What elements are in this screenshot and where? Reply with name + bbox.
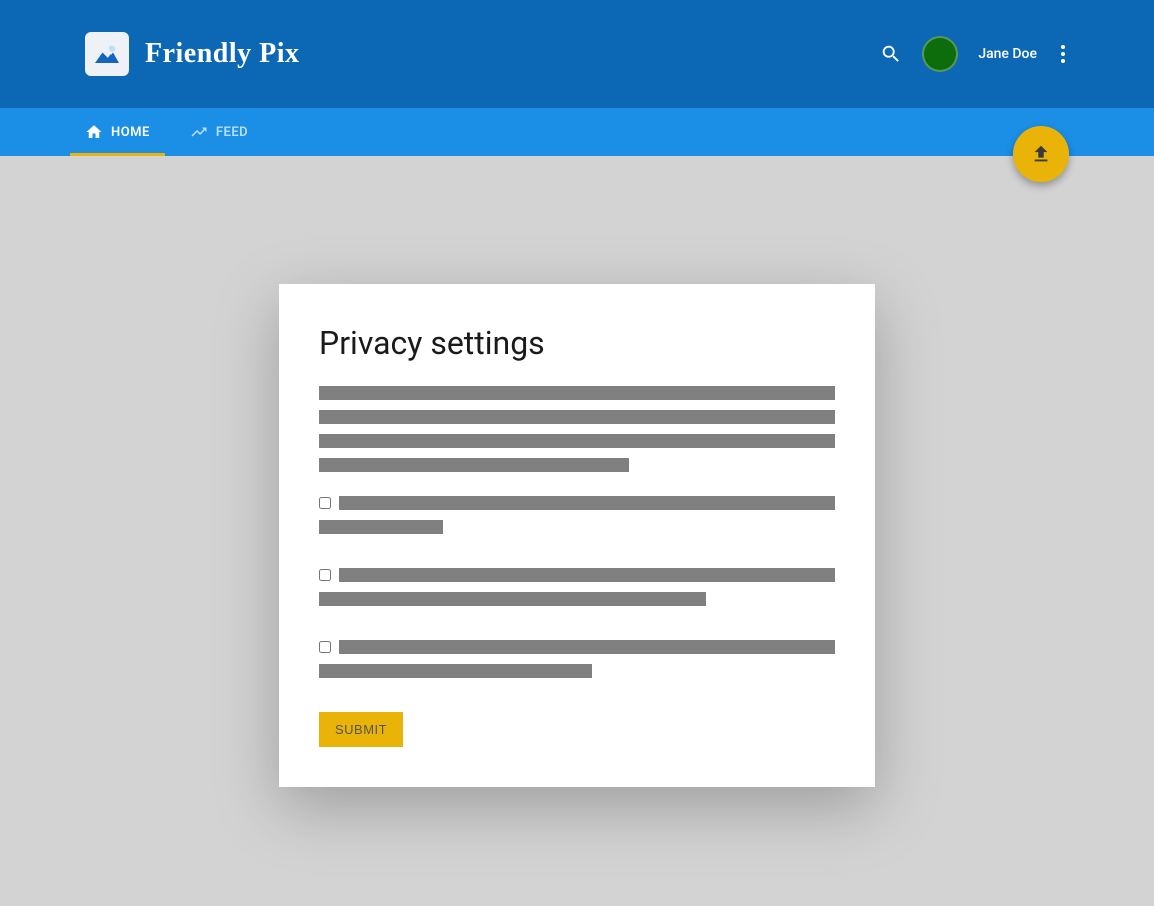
nav-tab-feed[interactable]: FEED: [190, 108, 248, 156]
upload-fab[interactable]: [1013, 126, 1069, 182]
nav-tab-label: FEED: [216, 125, 248, 140]
submit-button[interactable]: SUBMIT: [319, 712, 403, 747]
description-text: [319, 386, 835, 472]
more-menu-icon[interactable]: [1057, 41, 1069, 67]
logo-section: Friendly Pix: [85, 32, 300, 76]
privacy-checkbox-3[interactable]: [319, 641, 331, 653]
privacy-checkbox-2[interactable]: [319, 569, 331, 581]
nav-tab-label: HOME: [111, 125, 150, 140]
privacy-option-1: [319, 496, 835, 544]
search-icon[interactable]: [880, 43, 902, 65]
trending-icon: [190, 123, 208, 141]
nav-bar: HOME FEED: [0, 108, 1154, 156]
app-title: Friendly Pix: [145, 38, 300, 70]
privacy-settings-card: Privacy settings: [279, 284, 875, 787]
user-avatar[interactable]: [922, 36, 958, 72]
header-actions: Jane Doe: [880, 36, 1069, 72]
privacy-checkbox-1[interactable]: [319, 497, 331, 509]
upload-icon: [1030, 143, 1052, 165]
privacy-option-3: [319, 640, 835, 688]
privacy-option-2: [319, 568, 835, 616]
nav-tab-home[interactable]: HOME: [85, 108, 150, 156]
username-label: Jane Doe: [978, 46, 1037, 62]
app-logo-icon: [85, 32, 129, 76]
nav-tabs: HOME FEED: [85, 108, 248, 156]
home-icon: [85, 123, 103, 141]
card-title: Privacy settings: [319, 324, 835, 362]
page-content: Privacy settings: [0, 156, 1154, 906]
app-header: Friendly Pix Jane Doe: [0, 0, 1154, 108]
